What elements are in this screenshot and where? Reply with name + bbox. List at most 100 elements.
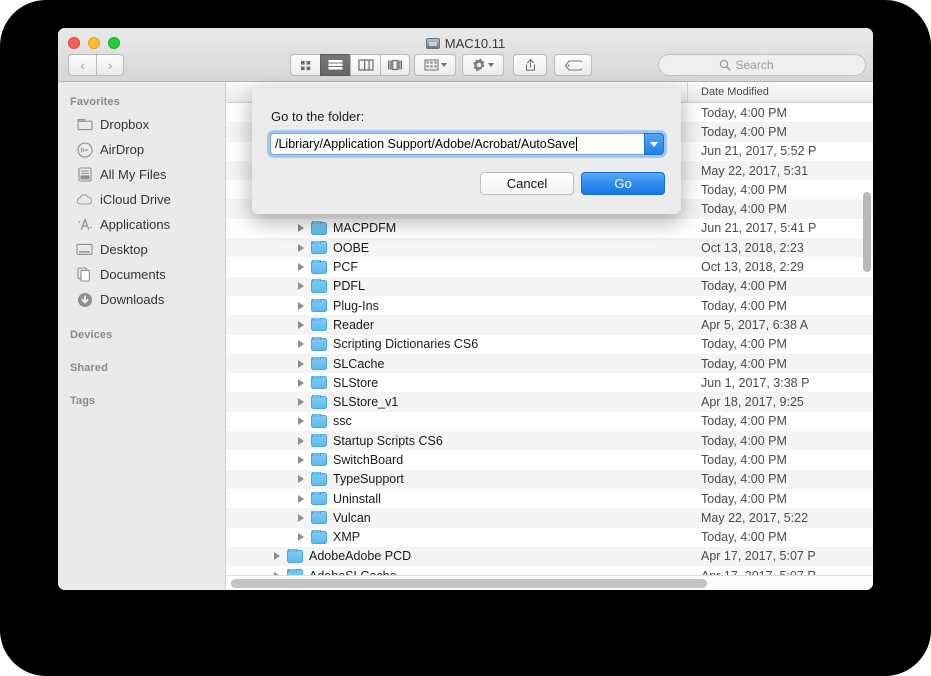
sidebar-item-label: AirDrop — [100, 142, 145, 157]
table-row[interactable]: XMP Today, 4:00 PM — [226, 527, 873, 547]
sidebar-item-icloud-drive[interactable]: iCloud Drive — [58, 187, 225, 212]
text-caret — [576, 137, 578, 151]
column-view-button[interactable] — [350, 54, 380, 76]
table-row[interactable]: OOBE Oct 13, 2018, 2:23 — [226, 238, 873, 258]
back-button[interactable]: ‹ — [68, 54, 96, 76]
disclosure-triangle-icon[interactable] — [298, 359, 304, 368]
sidebar-item-label: Downloads — [100, 292, 165, 307]
go-to-folder-label: Go to the folder: — [271, 109, 365, 124]
disclosure-triangle-icon[interactable] — [298, 340, 304, 349]
disclosure-triangle-icon[interactable] — [298, 533, 304, 542]
chevron-down-icon — [440, 63, 447, 67]
table-row[interactable]: SwitchBoard Today, 4:00 PM — [226, 450, 873, 470]
disclosure-triangle-icon[interactable] — [274, 552, 280, 561]
columns-icon — [357, 59, 374, 71]
disclosure-triangle-icon[interactable] — [298, 224, 304, 233]
table-row[interactable]: SLCache Today, 4:00 PM — [226, 353, 873, 374]
icon-view-button[interactable] — [290, 54, 320, 76]
disclosure-triangle-icon[interactable] — [298, 455, 304, 464]
disclosure-triangle-icon[interactable] — [298, 243, 304, 252]
disclosure-triangle-icon[interactable] — [298, 417, 304, 426]
coverflow-view-button[interactable] — [380, 54, 410, 76]
folder-path-combobox[interactable]: /Libriary/Application Support/Adobe/Acro… — [270, 133, 664, 155]
table-row[interactable]: Startup Scripts CS6 Today, 4:00 PM — [226, 431, 873, 451]
sidebar-item-dropbox[interactable]: Dropbox — [58, 112, 225, 137]
sidebar-item-downloads[interactable]: Downloads — [58, 287, 225, 312]
file-name-label: AdobeAdobe PCD — [309, 549, 412, 564]
file-name-cell: MACPDFM — [226, 221, 688, 235]
folder-icon — [311, 240, 327, 255]
file-name-cell: PCF — [226, 260, 688, 274]
chevron-down-icon — [650, 141, 658, 147]
disclosure-triangle-icon[interactable] — [298, 263, 304, 272]
file-name-label: Reader — [333, 317, 374, 332]
disclosure-triangle-icon[interactable] — [298, 398, 304, 407]
table-row[interactable]: Vulcan May 22, 2017, 5:22 — [226, 508, 873, 528]
disclosure-triangle-icon[interactable] — [298, 494, 304, 503]
date-modified-cell: Today, 4:00 PM — [701, 433, 787, 448]
table-row[interactable]: AdobeAdobe PCD Apr 17, 2017, 5:07 P — [226, 546, 873, 567]
cancel-button[interactable]: Cancel — [480, 172, 574, 195]
action-menu-button[interactable] — [462, 54, 504, 76]
vertical-scrollbar-thumb[interactable] — [863, 192, 871, 272]
date-modified-cell: Apr 18, 2017, 9:25 — [701, 395, 804, 410]
disclosure-triangle-icon[interactable] — [298, 436, 304, 445]
sidebar-item-all-my-files[interactable]: All My Files — [58, 162, 225, 187]
share-icon — [525, 58, 535, 71]
horizontal-scrollbar-thumb[interactable] — [231, 579, 707, 588]
folder-path-input[interactable]: /Libriary/Application Support/Adobe/Acro… — [270, 133, 644, 155]
file-name-cell: PDFL — [226, 279, 688, 293]
horizontal-scrollbar-track[interactable] — [226, 575, 873, 590]
sidebar-section-favorites-header: Favorites — [70, 96, 120, 108]
hard-drive-icon — [425, 38, 440, 49]
disclosure-triangle-icon[interactable] — [298, 282, 304, 291]
table-row[interactable]: SLStore Jun 1, 2017, 3:38 P — [226, 373, 873, 393]
go-button[interactable]: Go — [581, 172, 665, 195]
arrange-button[interactable] — [414, 54, 456, 76]
file-name-cell: SLStore — [226, 375, 688, 390]
forward-button[interactable]: › — [96, 54, 124, 76]
search-input[interactable] — [735, 58, 806, 72]
folder-icon — [311, 337, 327, 351]
folder-icon — [311, 279, 327, 293]
sidebar-item-airdrop[interactable]: AirDrop — [58, 137, 225, 162]
date-modified-cell: May 22, 2017, 5:31 — [701, 163, 809, 178]
share-button[interactable] — [513, 54, 547, 76]
all-my-files-icon — [76, 166, 93, 183]
table-row[interactable]: Scripting Dictionaries CS6 Today, 4:00 PM — [226, 334, 873, 354]
date-modified-cell: Today, 4:00 PM — [701, 202, 787, 217]
folder-icon — [311, 452, 327, 467]
applications-icon — [76, 216, 93, 233]
disclosure-triangle-icon[interactable] — [298, 475, 304, 484]
search-box[interactable] — [658, 54, 866, 76]
column-header-date-modified[interactable]: Date Modified — [688, 82, 873, 102]
gear-icon — [473, 58, 485, 72]
disclosure-triangle-icon[interactable] — [298, 320, 304, 329]
list-view-button[interactable] — [320, 54, 350, 76]
table-row[interactable]: PDFL Today, 4:00 PM — [226, 276, 873, 296]
date-modified-cell: Today, 4:00 PM — [701, 298, 787, 313]
file-name-cell: Startup Scripts CS6 — [226, 433, 688, 448]
disclosure-triangle-icon[interactable] — [298, 378, 304, 387]
tag-button[interactable] — [554, 54, 592, 76]
sidebar-item-desktop[interactable]: Desktop — [58, 237, 225, 262]
file-name-cell: AdobeAdobe PCD — [226, 549, 688, 563]
table-row[interactable]: MACPDFM Jun 21, 2017, 5:41 P — [226, 218, 873, 239]
table-row[interactable]: TypeSupport Today, 4:00 PM — [226, 469, 873, 489]
table-row[interactable]: Plug-Ins Today, 4:00 PM — [226, 295, 873, 316]
downloads-icon — [76, 291, 93, 308]
table-row[interactable]: SLStore_v1 Apr 18, 2017, 9:25 — [226, 392, 873, 412]
file-name-label: TypeSupport — [333, 472, 404, 487]
table-row[interactable]: Reader Apr 5, 2017, 6:38 A — [226, 315, 873, 335]
disclosure-triangle-icon[interactable] — [298, 513, 304, 522]
table-row[interactable]: PCF Oct 13, 2018, 2:29 — [226, 257, 873, 277]
sidebar-item-documents[interactable]: Documents — [58, 262, 225, 287]
file-name-cell: Plug-Ins — [226, 298, 688, 313]
documents-icon — [76, 266, 93, 283]
folder-path-dropdown-button[interactable] — [644, 133, 664, 155]
sidebar-item-applications[interactable]: Applications — [58, 212, 225, 237]
table-row[interactable]: Uninstall Today, 4:00 PM — [226, 488, 873, 509]
disclosure-triangle-icon[interactable] — [298, 301, 304, 310]
file-name-cell: Uninstall — [226, 491, 688, 506]
table-row[interactable]: ssc Today, 4:00 PM — [226, 411, 873, 432]
